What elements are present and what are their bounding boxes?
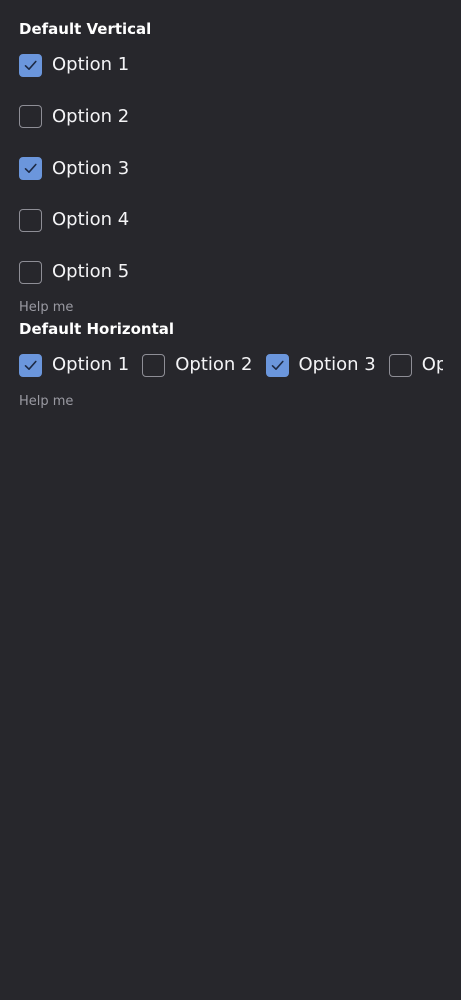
horizontal-group-label: Default Horizontal [19,320,175,338]
checkbox[interactable] [142,353,166,377]
vertical-option-2[interactable]: Option 2 [19,104,129,130]
checkmark-icon [24,60,37,70]
option-label: Option 2 [175,354,253,375]
horizontal-option-1[interactable]: Option 1 [19,352,129,378]
vertical-option-5[interactable]: Option 5 [19,259,129,285]
option-label: Option 3 [52,157,130,179]
option-label: Option 5 [52,261,130,282]
checkbox[interactable] [265,353,289,377]
horizontal-option-4[interactable]: Op [388,352,443,378]
checkmark-icon [271,360,284,370]
vertical-help-text: Help me [19,300,74,315]
checkbox[interactable] [19,157,42,180]
vertical-option-1[interactable]: Option 1 [19,52,129,78]
option-label: Option 1 [52,354,130,375]
vertical-checkbox-group: Option 1 Option 2 Option 3 Option 4 Opti… [19,52,129,311]
checkbox[interactable] [388,353,412,377]
option-label: Op [421,354,443,375]
vertical-group-label: Default Vertical [19,20,152,38]
checkbox[interactable] [19,208,42,232]
checkbox[interactable] [19,353,42,377]
horizontal-option-2[interactable]: Option 2 [142,352,253,378]
vertical-option-3[interactable]: Option 3 [19,156,129,182]
horizontal-checkbox-group: Option 1 Option 2 Option 3 Op [19,352,443,378]
horizontal-help-text: Help me [19,394,74,409]
checkmark-icon [24,360,37,370]
checkbox[interactable] [19,105,42,129]
option-label: Option 1 [52,54,130,75]
vertical-option-4[interactable]: Option 4 [19,207,129,233]
option-label: Option 3 [298,354,376,375]
checkmark-icon [24,163,37,173]
option-label: Option 4 [52,209,130,231]
option-label: Option 2 [52,105,130,127]
checkbox[interactable] [19,260,42,284]
horizontal-option-3[interactable]: Option 3 [265,352,376,378]
checkbox[interactable] [19,53,42,77]
